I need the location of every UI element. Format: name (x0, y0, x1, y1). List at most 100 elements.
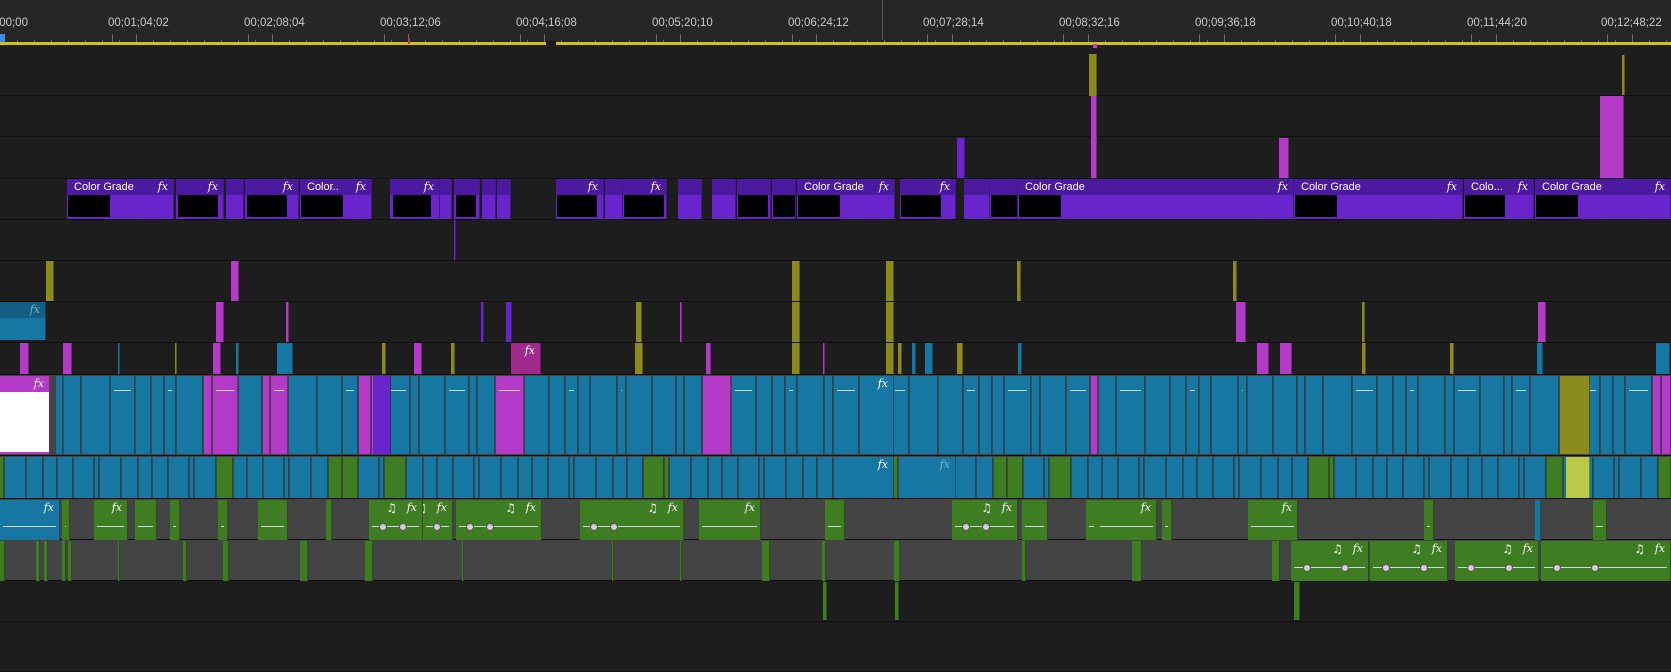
audio-clip[interactable] (1132, 541, 1142, 581)
video-clip[interactable] (685, 376, 702, 454)
audio-clip[interactable] (628, 457, 643, 498)
audio-clip[interactable] (1184, 457, 1197, 498)
keyframe-icon[interactable] (962, 523, 970, 531)
timeline-clip[interactable] (636, 302, 642, 342)
audio-clip[interactable] (223, 541, 229, 581)
video-clip[interactable] (82, 376, 110, 454)
audio-clip[interactable]: fx (699, 500, 761, 540)
keyframe-icon[interactable] (399, 523, 407, 531)
adjustment-layer-clip[interactable] (497, 179, 511, 219)
video-clip[interactable] (1324, 376, 1352, 454)
track-a4[interactable] (0, 581, 1671, 622)
keyframe-icon[interactable] (1303, 564, 1311, 572)
video-clip[interactable] (798, 376, 824, 454)
audio-clip[interactable] (68, 541, 72, 581)
audio-clip[interactable] (62, 500, 70, 540)
video-clip[interactable] (1200, 376, 1211, 454)
keyframe-icon[interactable] (1420, 564, 1428, 572)
audio-clip[interactable] (804, 457, 817, 498)
audio-clip[interactable] (329, 457, 342, 498)
video-clip[interactable] (786, 376, 797, 454)
video-clip[interactable] (1041, 376, 1066, 454)
audio-clip[interactable] (570, 457, 574, 498)
video-clip[interactable] (1005, 376, 1031, 454)
audio-clip[interactable] (1520, 457, 1524, 498)
video-clip[interactable] (677, 376, 684, 454)
video-clip[interactable] (1171, 376, 1186, 454)
audio-clip[interactable] (118, 541, 120, 581)
keyframe-icon[interactable] (610, 523, 618, 531)
timeline-clip[interactable] (451, 343, 455, 374)
audio-clip[interactable]: fx (94, 500, 128, 540)
track-v9[interactable] (0, 220, 1671, 261)
audio-clip[interactable] (139, 457, 152, 498)
audio-clip[interactable]: fx ♫ (369, 500, 423, 540)
audio-clip[interactable] (195, 457, 216, 498)
timeline-clip[interactable] (898, 343, 902, 374)
audio-clip[interactable] (1272, 541, 1280, 581)
audio-clip[interactable]: fx (904, 457, 956, 498)
audio-clip[interactable] (5, 457, 26, 498)
audio-clip[interactable] (1430, 457, 1451, 498)
audio-clip[interactable] (723, 457, 738, 498)
adjustment-layer-clip[interactable]: fx (623, 179, 667, 219)
timeline-clip[interactable] (118, 343, 120, 374)
timeline-clip[interactable] (1622, 55, 1625, 95)
adjustment-layer-clip[interactable] (964, 179, 990, 219)
audio-clip[interactable] (1119, 457, 1139, 498)
timeline-clip[interactable] (706, 343, 711, 374)
audio-clip[interactable]: fx (842, 457, 894, 498)
audio-clip[interactable]: fx ♫ (580, 500, 684, 540)
video-clip[interactable] (1187, 376, 1199, 454)
video-clip[interactable] (239, 376, 262, 454)
audio-clip[interactable] (385, 457, 406, 498)
video-clip[interactable] (136, 376, 151, 454)
timeline-clip[interactable] (382, 343, 386, 374)
audio-clip[interactable] (762, 541, 770, 581)
video-clip[interactable] (213, 376, 238, 454)
audio-clip[interactable] (1140, 457, 1144, 498)
timeline-clip[interactable] (46, 261, 54, 301)
audio-clip[interactable] (1469, 457, 1482, 498)
audio-clip[interactable] (1535, 500, 1541, 540)
video-clip[interactable] (939, 376, 963, 454)
audio-clip[interactable] (519, 457, 532, 498)
audio-clip[interactable] (822, 541, 826, 581)
audio-clip[interactable] (709, 457, 722, 498)
audio-clip[interactable] (1483, 457, 1498, 498)
video-clip[interactable]: fx (864, 376, 894, 454)
audio-clip[interactable] (1425, 457, 1429, 498)
audio-clip[interactable] (234, 457, 247, 498)
keyframe-icon[interactable] (982, 523, 990, 531)
track-v6[interactable] (0, 343, 1671, 375)
audio-clip[interactable] (190, 457, 194, 498)
adjustment-layer-clip[interactable]: Color Grade fx (797, 179, 895, 219)
audio-clip[interactable] (739, 457, 759, 498)
video-clip[interactable] (478, 376, 495, 454)
video-clip[interactable] (411, 376, 419, 454)
audio-clip[interactable] (1309, 457, 1329, 498)
adjustment-layer-clip[interactable]: fx (390, 179, 440, 219)
timeline-clip[interactable] (1091, 96, 1097, 178)
audio-clip[interactable] (462, 541, 464, 581)
audio-clip[interactable] (1008, 457, 1023, 498)
audio-clip[interactable] (248, 457, 263, 498)
work-area-bar[interactable] (0, 42, 1671, 45)
audio-clip[interactable] (597, 457, 613, 498)
timeline-clip[interactable] (213, 343, 221, 374)
adjustment-layer-clip[interactable] (482, 179, 496, 219)
audio-clip[interactable]: fx (1097, 500, 1157, 540)
timeline-clip[interactable] (912, 343, 916, 374)
timeline-clip[interactable] (1450, 343, 1454, 374)
audio-clip[interactable] (300, 541, 308, 581)
audio-clip[interactable] (438, 457, 453, 498)
video-clip[interactable] (1306, 376, 1323, 454)
timeline-clip[interactable]: fx (0, 302, 46, 318)
audio-clip[interactable] (1452, 457, 1468, 498)
audio-clip[interactable] (1045, 457, 1049, 498)
video-clip[interactable] (289, 376, 317, 454)
audio-clip[interactable] (1330, 457, 1334, 498)
timeline-clip[interactable] (481, 302, 484, 342)
audio-clip[interactable]: fx (1248, 500, 1298, 540)
audio-clip[interactable]: fx ♫ (1291, 541, 1369, 581)
